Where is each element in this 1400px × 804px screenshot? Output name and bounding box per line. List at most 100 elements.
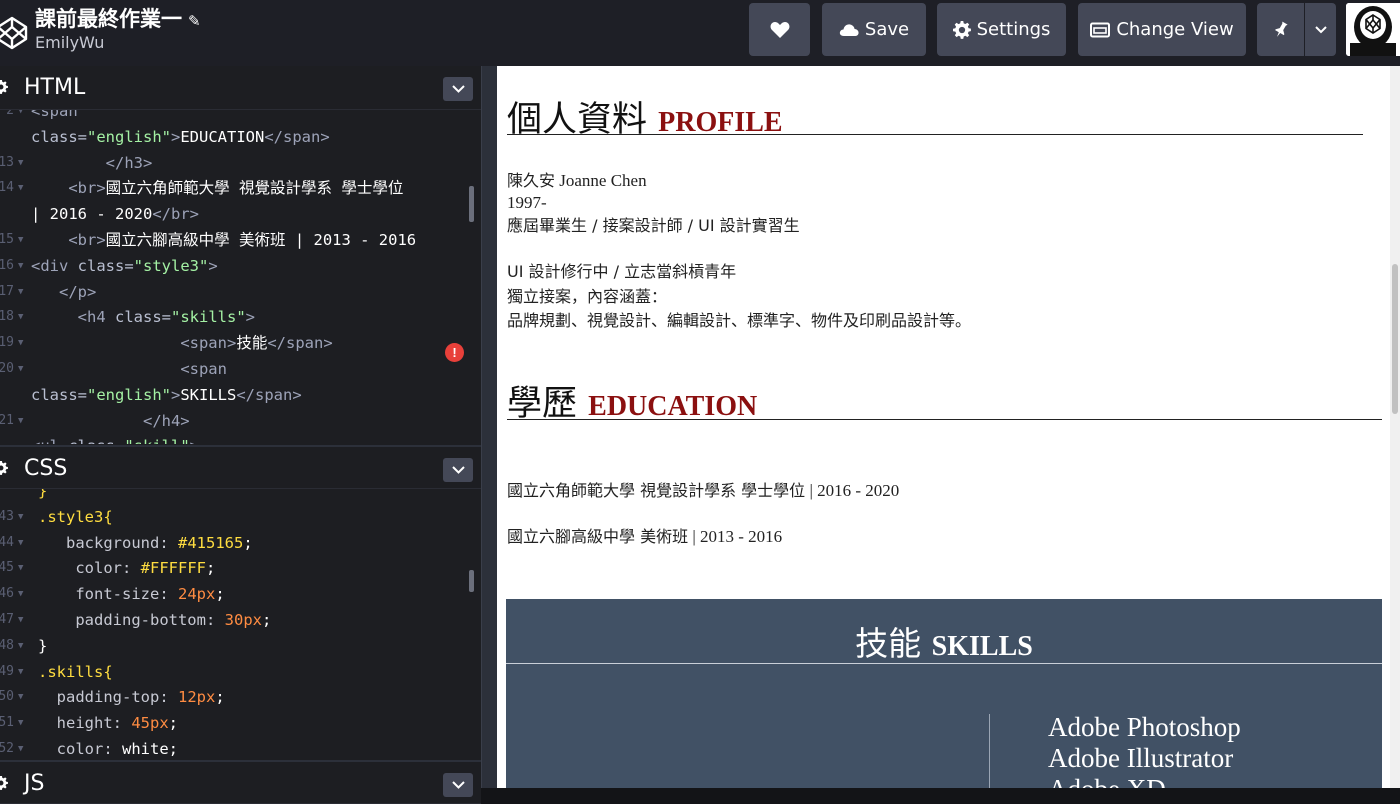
code-line[interactable]: 21 ▼ </h4> [0, 408, 481, 434]
editor-resize-handle[interactable] [481, 66, 497, 788]
fold-arrow-icon[interactable]: ▼ [18, 304, 23, 330]
code-line[interactable]: <ul class="skill"> [0, 433, 481, 444]
code-line[interactable]: 50 ▼ padding-top: 12px; [0, 684, 481, 710]
code-line[interactable]: 18 ▼ <h4 class="skills"> [0, 304, 481, 330]
code-line[interactable]: class="english">EDUCATION</span> [0, 124, 481, 150]
pen-title[interactable]: 課前最終作業一 ✎ [35, 3, 201, 33]
love-button[interactable] [749, 3, 810, 56]
fold-arrow-icon[interactable]: ▼ [18, 253, 23, 279]
line-number: 47 [0, 612, 14, 627]
pin-dropdown-button[interactable] [1305, 3, 1336, 56]
pin-button[interactable] [1257, 3, 1304, 56]
code-line[interactable]: 13 ▼ </h3> [0, 150, 481, 176]
gear-icon[interactable] [0, 80, 8, 94]
user-avatar[interactable] [1346, 3, 1400, 56]
code-text: <span [31, 110, 78, 120]
education-item-2-school: 國立六腳高級中學 美術班 [507, 527, 689, 546]
skills-column-divider [989, 714, 990, 788]
js-panel-header[interactable]: JS [0, 760, 481, 804]
profile-year: 1997- [507, 193, 547, 212]
skills-heading-en: SKILLS [931, 631, 1033, 662]
code-text: <span>技能</span> [180, 334, 333, 353]
code-line[interactable]: 49 ▼ .skills{ [0, 659, 481, 685]
html-code-editor[interactable]: 2 ▼ <span class="english">EDUCATION</span> 1… [0, 110, 481, 444]
line-number: 48 [0, 637, 14, 653]
code-line[interactable]: 47 ▼ padding-bottom: 30px; [0, 607, 481, 633]
fold-arrow-icon[interactable]: ▼ [18, 710, 23, 736]
fold-arrow-icon[interactable]: ▼ [18, 607, 23, 633]
fold-arrow-icon[interactable]: ▼ [18, 227, 23, 253]
skill-item: Adobe Photoshop [1048, 712, 1241, 742]
gear-icon[interactable] [0, 461, 8, 475]
fold-arrow-icon[interactable]: ▼ [18, 110, 23, 124]
js-panel-options-button[interactable] [443, 773, 473, 797]
fold-arrow-icon[interactable]: ▼ [18, 684, 23, 710]
html-panel-options-button[interactable] [443, 77, 473, 101]
fold-arrow-icon[interactable]: ▼ [18, 330, 23, 356]
pen-author[interactable]: EmilyWu [35, 33, 104, 52]
line-number: 44 [0, 534, 14, 550]
fold-arrow-icon[interactable]: ▼ [18, 633, 23, 659]
line-number: 19 [0, 335, 14, 351]
code-text: height: 45px; [56, 714, 179, 733]
fold-arrow-icon[interactable]: ▼ [18, 356, 23, 382]
code-line[interactable]: 52 ▼ color: white; [0, 736, 481, 759]
save-button[interactable]: Save [822, 3, 926, 56]
css-code-editor[interactable]: } 43 ▼ .style3{44 ▼ background: #415165; 45 ▼ … [0, 489, 481, 759]
fold-arrow-icon[interactable]: ▼ [18, 581, 23, 607]
fold-arrow-icon[interactable]: ▼ [18, 408, 23, 434]
code-line[interactable]: 16 ▼ <div class="style3"> [0, 253, 481, 279]
edit-pencil-icon[interactable]: ✎ [188, 12, 201, 30]
code-line[interactable]: 2 ▼ <span [0, 110, 481, 124]
profile-bio-1-text: UI 設計修行中 / 立志當斜槓青年 [507, 262, 737, 281]
code-line[interactable]: 48 ▼} [0, 633, 481, 659]
change-view-button[interactable]: Change View [1078, 3, 1246, 56]
code-text: } [38, 636, 48, 655]
fold-arrow-icon[interactable]: ▼ [18, 530, 23, 556]
line-number: 50 [0, 689, 14, 705]
code-line[interactable]: 45 ▼ color: #FFFFFF; [0, 555, 481, 581]
fold-arrow-icon[interactable]: ▼ [18, 555, 23, 581]
code-line[interactable]: 43 ▼ .style3{ [0, 504, 481, 530]
fold-arrow-icon[interactable]: ▼ [18, 659, 23, 685]
code-text: <br>國立六腳高級中學 美術班 | 2013 - 2016 [68, 231, 417, 249]
profile-role-text: 應屆畢業生 / 接案設計師 / UI 設計實習生 [507, 216, 800, 235]
code-line[interactable]: 20 ▼ <span [0, 356, 481, 382]
html-panel-header[interactable]: HTML [0, 66, 481, 110]
line-number: 45 [0, 560, 14, 576]
profile-bio-3-text: 品牌規劃、視覺設計、編輯設計、標準字、物件及印刷品設計等。 [507, 311, 972, 330]
settings-button[interactable]: Settings [937, 3, 1066, 56]
skills-divider [506, 663, 1382, 664]
code-line[interactable]: 51 ▼ height: 45px; [0, 710, 481, 736]
fold-arrow-icon[interactable]: ▼ [18, 175, 23, 201]
code-line[interactable]: } [0, 489, 481, 504]
code-line[interactable]: 17 ▼ </p> [0, 279, 481, 305]
code-line[interactable]: 14 ▼ <br>國立六角師範大學 視覺設計學系 學士學位 [0, 175, 481, 201]
code-line[interactable]: 46 ▼ font-size: 24px; [0, 581, 481, 607]
html-editor-scrollbar[interactable] [469, 186, 474, 222]
error-icon[interactable]: ! [445, 343, 464, 362]
preview-scrollbar-track[interactable] [1390, 66, 1400, 788]
fold-arrow-icon[interactable]: ▼ [18, 504, 23, 530]
chevron-down-icon [451, 85, 465, 93]
code-line[interactable]: 44 ▼ background: #415165; [0, 530, 481, 556]
css-panel-title: CSS [24, 456, 68, 481]
css-panel-options-button[interactable] [443, 458, 473, 482]
codepen-logo-icon[interactable] [0, 12, 30, 52]
education-divider [507, 419, 1382, 420]
code-line[interactable]: 19 ▼ <span>技能</span> [0, 330, 481, 356]
skills-section: 技能 SKILLS Adobe Photoshop Adobe Illustra… [506, 599, 1382, 788]
css-editor-scrollbar[interactable] [469, 570, 474, 592]
line-number: 14 [0, 180, 14, 196]
code-line[interactable]: 15 ▼ <br>國立六腳高級中學 美術班 | 2013 - 2016 [0, 227, 481, 253]
fold-arrow-icon[interactable]: ▼ [18, 150, 23, 176]
skills-list: Adobe Photoshop Adobe Illustrator Adobe … [1048, 712, 1241, 788]
preview-scrollbar-thumb[interactable] [1392, 264, 1398, 414]
code-line[interactable]: class="english">SKILLS</span> [0, 382, 481, 408]
fold-arrow-icon[interactable]: ▼ [18, 279, 23, 305]
profile-role: 應屆畢業生 / 接案設計師 / UI 設計實習生 [507, 215, 800, 238]
css-panel-header[interactable]: CSS [0, 445, 481, 489]
fold-arrow-icon[interactable]: ▼ [18, 736, 23, 759]
code-text: padding-bottom: 30px; [75, 611, 272, 629]
code-line[interactable]: | 2016 - 2020</br> [0, 201, 481, 227]
